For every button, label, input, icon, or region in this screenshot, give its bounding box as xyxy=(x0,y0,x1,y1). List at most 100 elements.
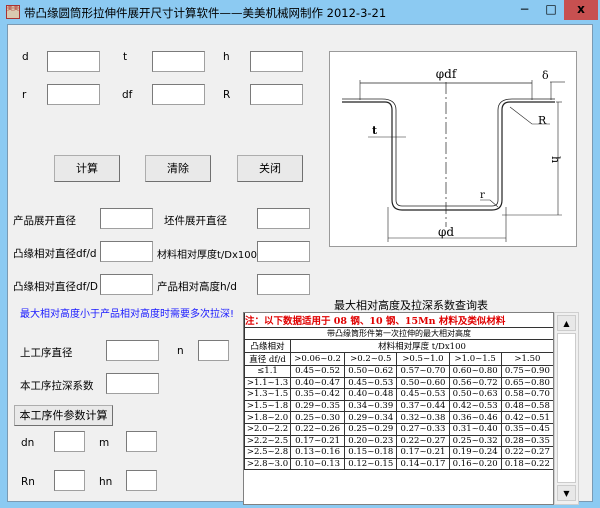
label-height-ratio: 产品相对高度h/d xyxy=(157,281,237,293)
output-m[interactable] xyxy=(126,431,157,452)
scroll-thumb[interactable] xyxy=(557,333,576,483)
table-cell: 0.12~0.15 xyxy=(344,457,398,471)
table-row: >2.8~3.0 0.10~0.13 0.12~0.15 0.14~0.17 0.16~… xyxy=(244,457,553,471)
dim-r: r xyxy=(480,190,485,201)
table-cell: 0.29~0.34 xyxy=(344,411,398,424)
table-cell: 0.75~0.90 xyxy=(500,365,553,378)
lookup-table-panel[interactable]: 注：以下数据适用于 08 钢、10 钢、15Mn 材料及类似材料 带凸缘筒形件第… xyxy=(243,312,554,505)
calculate-button[interactable]: 计算 xyxy=(54,155,120,182)
table-row: >2.0~2.2 0.22~0.26 0.25~0.29 0.27~0.33 0.31~… xyxy=(244,422,553,436)
output-Rn[interactable] xyxy=(54,470,85,491)
close-window-button[interactable]: x xyxy=(564,0,598,20)
dim-h: h xyxy=(549,156,562,163)
maximize-button[interactable]: □ xyxy=(538,0,564,20)
input-h[interactable] xyxy=(250,51,303,72)
table-cell: 0.45~0.52 xyxy=(289,365,346,378)
table-cell: 0.32~0.38 xyxy=(396,411,450,424)
output-dn[interactable] xyxy=(54,431,85,452)
table-row: >1.1~1.3 0.40~0.47 0.45~0.53 0.50~0.60 0.56~… xyxy=(244,376,553,390)
table-cell: 0.42~0.51 xyxy=(500,411,553,424)
table-cell: 0.40~0.48 xyxy=(344,388,398,401)
table-cell: 0.22~0.27 xyxy=(396,434,450,448)
table-cell: 0.22~0.27 xyxy=(500,446,553,459)
step-calc-button[interactable]: 本工序件参数计算 xyxy=(14,405,113,426)
table-cell: 0.10~0.13 xyxy=(289,457,346,471)
label-prev-dia: 上工序直径 xyxy=(20,347,73,359)
input-r[interactable] xyxy=(47,84,100,105)
table-cell: 0.25~0.32 xyxy=(448,434,502,448)
scroll-down-button[interactable]: ▼ xyxy=(557,485,576,501)
table-scrollbar[interactable]: ▲ ▼ xyxy=(554,312,579,505)
label-d: d xyxy=(22,51,29,63)
column-header: >0.2~0.5 xyxy=(344,352,398,366)
table-row: >2.2~2.5 0.17~0.21 0.20~0.23 0.22~0.27 0.25~… xyxy=(244,434,553,448)
output-hn[interactable] xyxy=(126,470,157,491)
output-product-dia[interactable] xyxy=(100,208,153,229)
input-d[interactable] xyxy=(47,51,100,72)
table-cell: 0.18~0.22 xyxy=(500,457,553,471)
table-cell: 0.45~0.53 xyxy=(344,376,398,390)
input-t[interactable] xyxy=(152,51,205,72)
table-row: >1.8~2.0 0.25~0.30 0.29~0.34 0.32~0.38 0.36~… xyxy=(244,411,553,424)
column-header: >0.5~1.0 xyxy=(396,352,450,366)
column-header: >0.06~0.2 xyxy=(289,352,346,366)
output-blank-dia[interactable] xyxy=(257,208,310,229)
close-button[interactable]: 关闭 xyxy=(237,155,303,182)
dim-R: R xyxy=(538,114,547,127)
flanged-cup-diagram: φdf δ R t h r φd xyxy=(342,67,565,242)
max-height-table: 注：以下数据适用于 08 钢、10 钢、15Mn 材料及类似材料 带凸缘筒形件第… xyxy=(244,313,553,471)
row-label: >2.5~2.8 xyxy=(244,446,291,459)
dim-t: t xyxy=(372,124,378,137)
minimize-button[interactable]: − xyxy=(511,0,538,20)
table-cell: 0.17~0.21 xyxy=(289,434,346,448)
label-n: n xyxy=(177,345,184,357)
input-R[interactable] xyxy=(250,84,303,105)
output-height-ratio[interactable] xyxy=(257,274,310,295)
table-cell: 0.42~0.53 xyxy=(448,399,502,413)
table-cell: 0.22~0.26 xyxy=(289,422,346,436)
table-cell: 0.27~0.33 xyxy=(396,422,450,436)
row-label: >1.8~2.0 xyxy=(244,411,291,424)
table-note: 注：以下数据适用于 08 钢、10 钢、15Mn 材料及类似材料 xyxy=(244,313,553,328)
label-h: h xyxy=(223,51,230,63)
row-label: >2.8~3.0 xyxy=(244,457,291,471)
label-flange-ratio-D: 凸缘相对直径df/D xyxy=(13,281,98,293)
input-coef[interactable] xyxy=(106,373,159,394)
output-flange-ratio-d[interactable] xyxy=(100,241,153,262)
part-drawing: φdf δ R t h r φd xyxy=(329,51,577,247)
label-r: r xyxy=(22,89,27,101)
label-dn: dn xyxy=(21,437,35,449)
table-cell: 0.35~0.45 xyxy=(500,422,553,436)
row-header-1: 凸缘相对 xyxy=(244,339,291,353)
row-label: >1.3~1.5 xyxy=(244,388,291,401)
table-cell: 0.65~0.80 xyxy=(500,376,553,390)
table-cell: 0.57~0.70 xyxy=(396,365,450,378)
label-hn: hn xyxy=(99,476,113,488)
output-flange-ratio-D[interactable] xyxy=(100,274,153,295)
input-df[interactable] xyxy=(152,84,205,105)
dim-delta: δ xyxy=(542,69,549,82)
multi-draw-warning: 最大相对高度小于产品相对高度时需要多次拉深! xyxy=(20,309,235,320)
table-cell: 0.36~0.46 xyxy=(448,411,502,424)
table-cell: 0.16~0.20 xyxy=(448,457,502,471)
clear-button[interactable]: 清除 xyxy=(145,155,211,182)
table-row: >1.5~1.8 0.29~0.35 0.34~0.39 0.37~0.44 0.42~… xyxy=(244,399,553,413)
table-cell: 0.37~0.44 xyxy=(396,399,450,413)
input-n[interactable] xyxy=(198,340,229,361)
table-cell: 0.13~0.16 xyxy=(289,446,346,459)
scroll-up-button[interactable]: ▲ xyxy=(557,315,576,331)
table-cell: 0.28~0.35 xyxy=(500,434,553,448)
col-group-header: 材料相对厚度 t/Dx100 xyxy=(290,339,553,353)
column-header: >1.0~1.5 xyxy=(448,352,502,366)
input-prev-dia[interactable] xyxy=(106,340,159,361)
table-row: >1.3~1.5 0.35~0.42 0.40~0.48 0.45~0.53 0.50~… xyxy=(244,388,553,401)
table-cell: 0.17~0.21 xyxy=(396,446,450,459)
label-flange-ratio-d: 凸缘相对直径df/d xyxy=(13,248,97,260)
label-coef: 本工序拉深系数 xyxy=(20,380,94,392)
table-cell: 0.31~0.40 xyxy=(448,422,502,436)
output-thickness-ratio[interactable] xyxy=(257,241,310,262)
label-thickness-ratio: 材料相对厚度t/Dx100 xyxy=(157,250,257,261)
row-label: >1.5~1.8 xyxy=(244,399,291,413)
table-cell: 0.15~0.18 xyxy=(344,446,398,459)
label-Rn: Rn xyxy=(21,476,35,488)
